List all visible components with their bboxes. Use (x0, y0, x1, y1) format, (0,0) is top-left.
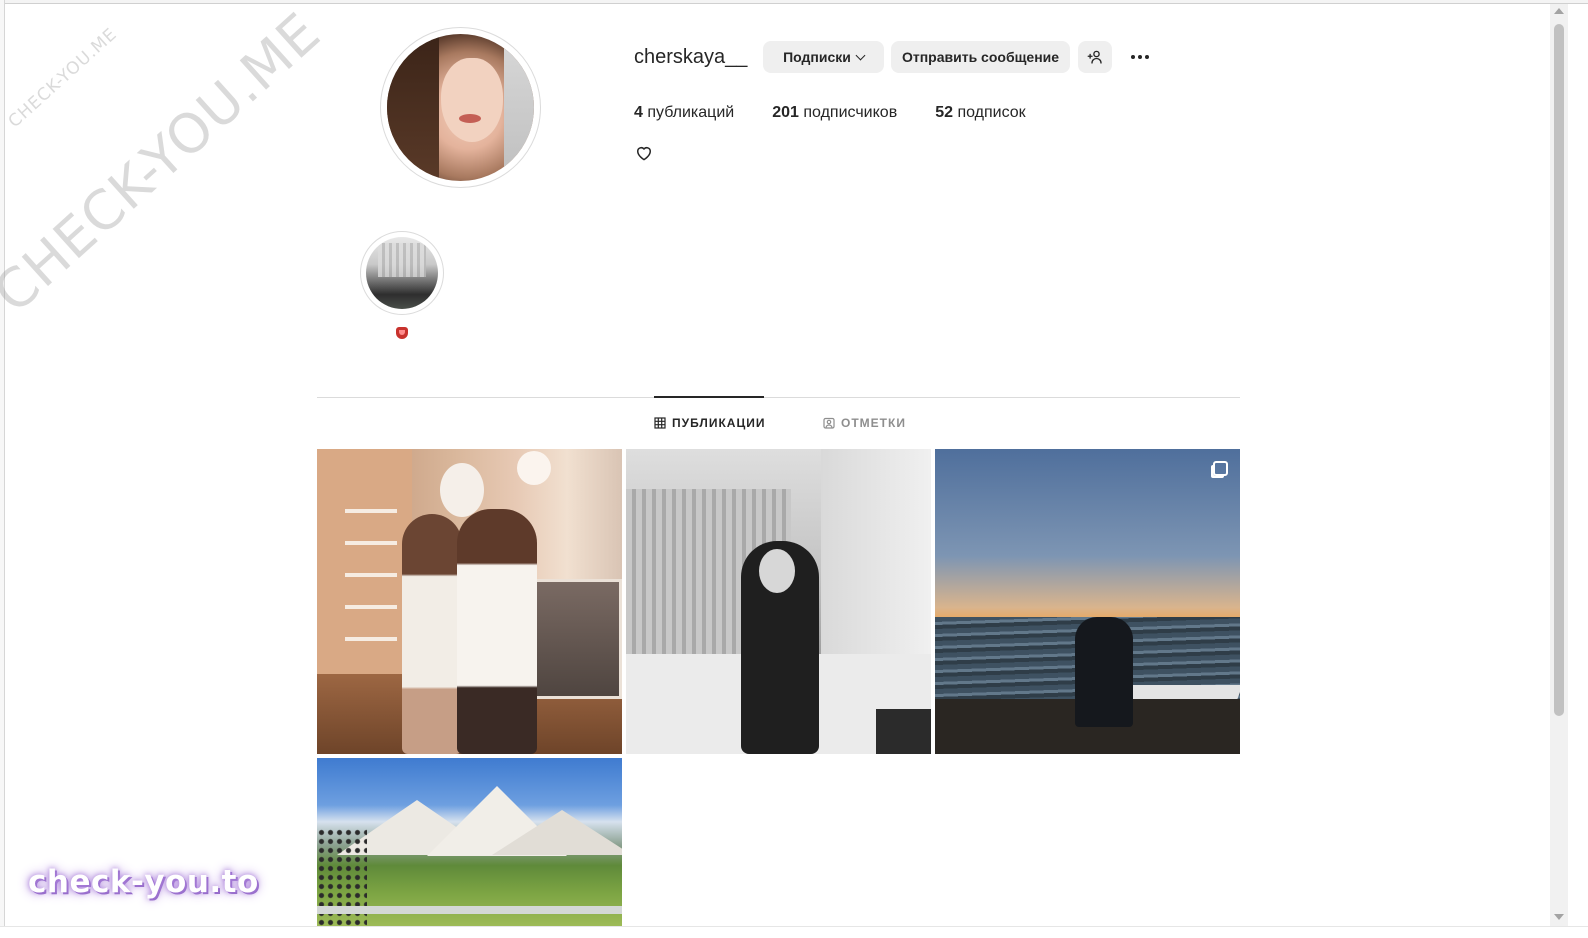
following-button-label: Подписки (783, 49, 851, 65)
more-options-icon[interactable] (1126, 46, 1154, 68)
profile-stats: 4 публикаций 201 подписчиков 52 подписок (634, 104, 1064, 122)
highlight-cover-image (366, 237, 438, 309)
tag-person-icon (823, 417, 835, 429)
scroll-down-arrow-icon[interactable] (1554, 914, 1564, 920)
scrollbar-thumb[interactable] (1554, 24, 1564, 716)
suggest-users-button[interactable] (1078, 41, 1112, 73)
tongue-emoji-icon (396, 327, 408, 339)
watermark-large: CHECK-YOU.ME (0, 0, 333, 326)
stat-following[interactable]: 52 подписок (935, 104, 1025, 122)
tab-tagged[interactable]: ОТМЕТКИ (823, 416, 906, 430)
active-tab-indicator (654, 396, 764, 398)
grid-icon (654, 417, 666, 429)
tab-posts[interactable]: ПУБЛИКАЦИИ (654, 416, 765, 430)
stat-posts-count: 4 (634, 104, 643, 121)
window-bottom-border (0, 926, 1588, 938)
profile-avatar[interactable] (380, 27, 541, 188)
highlight-label (395, 327, 409, 342)
tab-posts-label: ПУБЛИКАЦИИ (672, 416, 766, 430)
tabs-divider (317, 397, 1240, 398)
chevron-down-icon (855, 50, 866, 60)
watermark-bottom: check-you.to (28, 864, 259, 900)
profile-username: cherskaya__ (634, 46, 748, 68)
carousel-icon (1213, 461, 1228, 476)
post-thumbnail[interactable] (626, 449, 931, 754)
stat-followers[interactable]: 201 подписчиков (772, 104, 897, 122)
window-top-border (0, 0, 1588, 4)
story-highlight[interactable] (360, 231, 444, 315)
scroll-up-arrow-icon[interactable] (1554, 8, 1564, 14)
stat-posts[interactable]: 4 публикаций (634, 104, 734, 122)
stat-followers-label: подписчиков (803, 104, 898, 121)
post-thumbnail[interactable] (935, 449, 1240, 754)
window-left-border (0, 0, 5, 938)
tab-tagged-label: ОТМЕТКИ (841, 416, 906, 430)
stat-following-count: 52 (935, 104, 953, 121)
avatar-image (387, 34, 534, 181)
send-message-button[interactable]: Отправить сообщение (891, 41, 1070, 73)
post-thumbnail[interactable] (317, 758, 622, 926)
page-scrollbar[interactable] (1550, 4, 1568, 926)
following-button[interactable]: Подписки (763, 41, 884, 73)
person-plus-icon (1087, 50, 1102, 64)
stat-followers-count: 201 (772, 104, 799, 121)
heart-icon (637, 147, 651, 161)
post-thumbnail[interactable] (317, 449, 622, 754)
watermark-small: CHECK-YOU.ME (4, 24, 122, 133)
stat-following-label: подписок (957, 104, 1026, 121)
stat-posts-label: публикаций (647, 104, 735, 121)
